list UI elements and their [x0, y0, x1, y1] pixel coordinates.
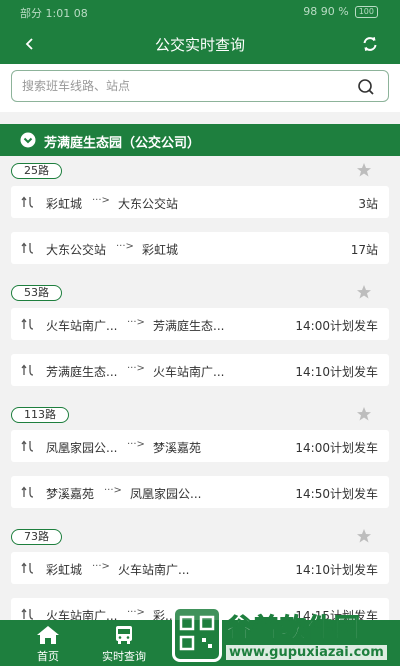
direction-icon — [21, 562, 34, 574]
route-badge[interactable]: 53路 — [11, 285, 62, 301]
direction-icon — [21, 486, 34, 498]
route-header: 53路 — [0, 278, 400, 308]
direction-icon — [21, 196, 34, 208]
direction-icon — [21, 364, 34, 376]
station-chevron-icon — [20, 132, 36, 148]
search-box[interactable] — [11, 70, 389, 102]
refresh-button[interactable] — [356, 30, 384, 58]
favorite-star-icon[interactable] — [356, 406, 372, 422]
trip-from: 梦溪嘉苑 — [46, 487, 95, 501]
watermark-url: www.gupuxiazai.com — [226, 645, 387, 660]
app-header: 公交实时查询 — [0, 24, 400, 64]
trip-info: 14:50计划发车 — [295, 487, 378, 501]
route-badge[interactable]: 25路 — [11, 163, 62, 179]
station-header: 芳满庭生态园（公交公司） — [0, 124, 400, 156]
tab-home-label: 首页 — [37, 650, 59, 663]
trip-arrow: ···> — [127, 363, 145, 374]
home-icon — [37, 626, 59, 644]
trip-arrow: ···> — [127, 439, 145, 450]
bus-icon — [116, 626, 132, 644]
trip-from: 凤凰家园公... — [46, 441, 118, 455]
trip-row[interactable]: 大东公交站 ···> 彩虹城 17站 — [11, 232, 389, 264]
route-header: 113路 — [0, 400, 400, 430]
direction-icon — [21, 242, 34, 254]
trip-to: 凤凰家园公... — [130, 487, 202, 501]
trip-to: 梦溪嘉苑 — [153, 441, 202, 455]
trip-arrow: ···> — [92, 195, 110, 206]
page-title: 公交实时查询 — [154, 36, 245, 54]
direction-icon — [21, 440, 34, 452]
favorite-star-icon[interactable] — [356, 528, 372, 544]
trip-from: 大东公交站 — [46, 243, 107, 257]
trip-arrow: ···> — [127, 317, 145, 328]
trip-from: 彩虹城 — [46, 197, 83, 211]
trip-row[interactable]: 凤凰家园公... ···> 梦溪嘉苑 14:00计划发车 — [11, 430, 389, 462]
status-bar: 部分 1:01 08 98 90 % 100 — [0, 0, 400, 24]
favorite-star-icon[interactable] — [356, 162, 372, 178]
trip-info: 17站 — [350, 243, 378, 257]
watermark-logo: 谷普软件园 www.gupuxiazai.com — [168, 602, 400, 666]
trip-arrow: ···> — [127, 607, 145, 618]
trip-from: 彩虹城 — [46, 563, 83, 577]
trip-row[interactable]: 彩虹城 ···> 火车站南广... 14:10计划发车 — [11, 552, 389, 584]
route-badge[interactable]: 73路 — [11, 529, 62, 545]
tab-home[interactable]: 首页 — [8, 624, 88, 664]
route-badge[interactable]: 113路 — [11, 407, 69, 423]
favorite-star-icon[interactable] — [356, 284, 372, 300]
trip-info: 14:00计划发车 — [295, 319, 378, 333]
search-area — [0, 64, 400, 112]
trip-to: 火车站南广... — [153, 365, 225, 379]
trip-info: 14:10计划发车 — [295, 365, 378, 379]
trip-to: 火车站南广... — [118, 563, 190, 577]
refresh-icon — [363, 37, 377, 51]
route-header: 73路 — [0, 522, 400, 552]
trip-info: 14:10计划发车 — [295, 563, 378, 577]
trip-row[interactable]: 芳满庭生态... ···> 火车站南广... 14:10计划发车 — [11, 354, 389, 386]
direction-icon — [21, 608, 34, 620]
watermark-qr-icon — [172, 606, 222, 662]
status-left-text: 部分 1:01 08 — [20, 7, 88, 20]
tab-realtime[interactable]: 实时查询 — [84, 624, 164, 664]
route-list: 25路 彩虹城 ···> 大东公交站 3站 大东公交站 ···> 彩虹城 17站 53路 火车站南广… — [0, 156, 400, 644]
status-right-text: 98 90 % — [303, 5, 349, 18]
trip-arrow: ···> — [92, 561, 110, 572]
trip-arrow: ···> — [116, 241, 134, 252]
trip-row[interactable]: 梦溪嘉苑 ···> 凤凰家园公... 14:50计划发车 — [11, 476, 389, 508]
trip-to: 芳满庭生态... — [153, 319, 225, 333]
search-icon[interactable] — [356, 77, 376, 97]
trip-from: 芳满庭生态... — [46, 365, 118, 379]
tab-realtime-label: 实时查询 — [102, 650, 146, 663]
trip-info: 3站 — [358, 197, 378, 211]
trip-row[interactable]: 彩虹城 ···> 大东公交站 3站 — [11, 186, 389, 218]
search-input[interactable] — [22, 75, 342, 97]
status-right: 98 90 % 100 — [303, 5, 378, 18]
trip-arrow: ···> — [104, 485, 122, 496]
trip-info: 14:00计划发车 — [295, 441, 378, 455]
trip-to: 大东公交站 — [118, 197, 179, 211]
trip-to: 彩虹城 — [142, 243, 179, 257]
route-header: 25路 — [0, 156, 400, 186]
direction-icon — [21, 318, 34, 330]
watermark-title: 谷普软件园 — [225, 614, 362, 645]
battery-icon: 100 — [354, 5, 378, 18]
trip-from: 火车站南广... — [46, 319, 118, 333]
station-name: 芳满庭生态园（公交公司） — [44, 136, 201, 151]
trip-row[interactable]: 火车站南广... ···> 芳满庭生态... 14:00计划发车 — [11, 308, 389, 340]
